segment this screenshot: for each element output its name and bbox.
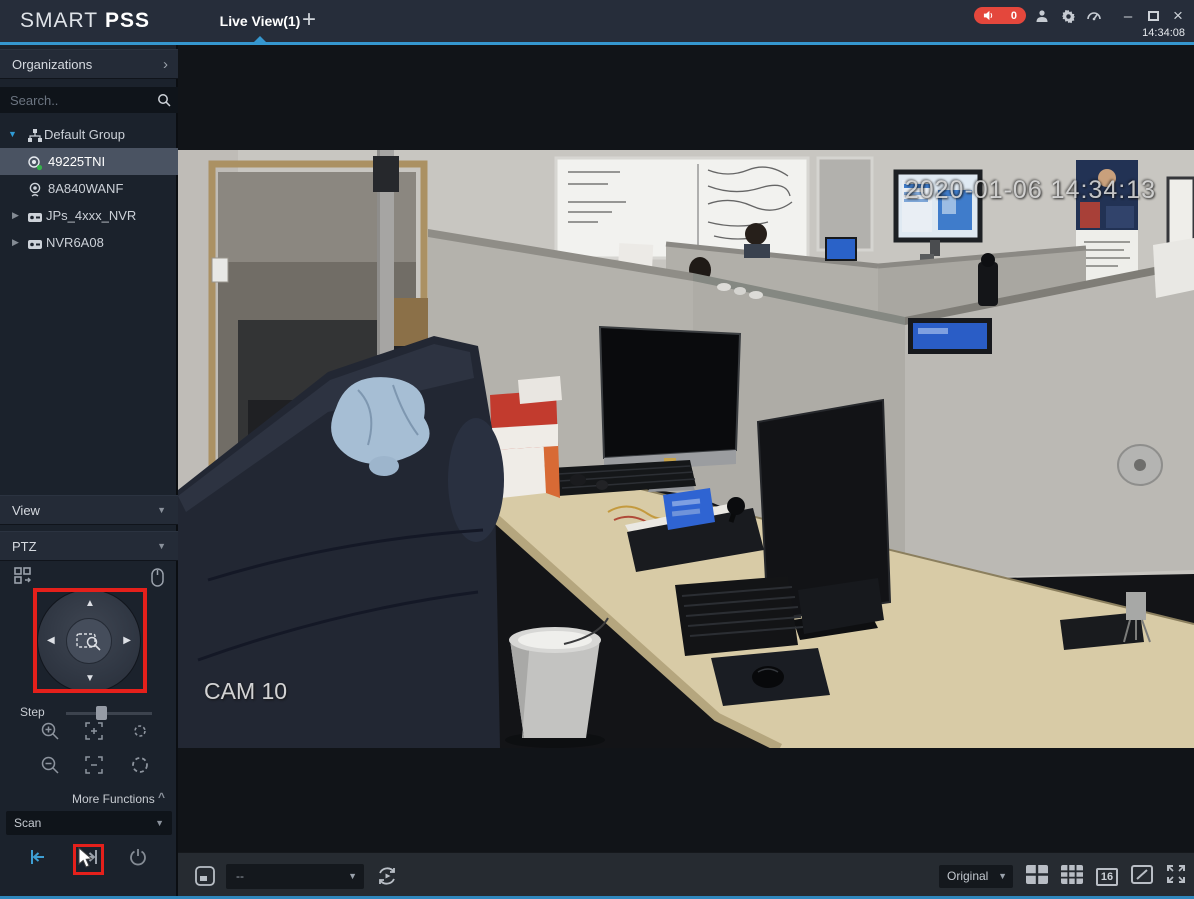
dashboard-gauge-icon[interactable] [1084,6,1104,26]
expand-closed-icon[interactable]: ▶ [12,202,19,229]
video-pane[interactable]: 2020-01-06 14:34:13 CAM 10 [178,45,1194,852]
chevron-down-icon: ▼ [157,505,166,515]
tab-active-caret-icon [254,36,266,42]
system-clock: 14:34:08 [1142,27,1185,39]
iris-open-button[interactable] [130,755,150,775]
zoom-out-button[interactable] [40,755,60,775]
distant-monitor [825,237,857,261]
device-sidebar: Organizations › ▼ Default Group 49225TNI [0,45,178,899]
microphone [570,474,586,486]
keyboard [675,576,804,656]
scan-set-left-button[interactable] [28,848,48,868]
expand-closed-icon[interactable]: ▶ [12,229,19,256]
organizations-header[interactable]: Organizations › [0,49,178,79]
maximize-button[interactable] [1143,6,1163,26]
focus-far-button[interactable] [84,755,104,775]
alarm-count: 0 [1010,9,1017,22]
minimize-button[interactable]: – [1118,6,1138,26]
camera-name-overlay: CAM 10 [204,678,288,704]
title-bar: SMART PSS Live View(1) + 0 – × 14:34:08 [0,0,1194,45]
ptz-down-button[interactable]: ▼ [85,673,95,684]
tree-item-nvr6a08[interactable]: ▶ NVR6A08 [0,229,178,256]
light-switch [211,257,229,283]
smartpss-window: SMART PSS Live View(1) + 0 – × 14:34:08 … [0,0,1194,899]
more-functions-label[interactable]: More Functions [72,792,155,806]
tour-refresh-icon[interactable] [376,865,398,887]
app-logo: SMART PSS [20,9,150,32]
speaker-icon [983,10,993,21]
user-icon[interactable] [1032,6,1052,26]
close-button[interactable]: × [1168,6,1188,26]
search-input[interactable] [0,87,150,113]
mouse-control-icon[interactable] [151,568,165,588]
iris-close-button[interactable] [130,721,150,741]
person-head [745,223,767,245]
scan-start-stop-power-button[interactable] [128,847,148,867]
cubicle-monitor [908,318,992,354]
chevron-down-icon: ▼ [998,871,1007,881]
ptz-right-button[interactable]: ▶ [123,635,131,646]
ptz-joystick-pad[interactable]: ▲ ▼ ◀ ▶ [37,589,141,693]
area-zoom-icon [76,633,101,651]
stream-type-dropdown[interactable]: -- ▼ [226,864,364,889]
search-icon[interactable] [157,93,171,112]
nvr-device-icon [27,234,43,261]
ptz-left-button[interactable]: ◀ [47,635,55,646]
chevron-down-icon: ▼ [155,818,164,828]
focus-near-button[interactable] [84,721,104,741]
interior-window [816,156,874,252]
grid-9-split-button[interactable] [1061,864,1083,889]
fullscreen-button[interactable] [1166,864,1186,889]
chevron-down-icon: ▼ [157,541,166,551]
step-label: Step [20,705,45,719]
zoom-in-button[interactable] [40,721,60,741]
liveview-toolbar: -- ▼ Original ▼ 16 [178,852,1194,899]
grid-4-split-button[interactable] [1026,864,1048,889]
ptz-area-zoom-button[interactable] [66,618,112,664]
tree-item-49225tni[interactable]: 49225TNI [0,148,178,175]
chevron-down-icon: ▼ [348,871,357,881]
ptz-panel-header[interactable]: PTZ ▼ [0,531,178,561]
scan-dropdown[interactable]: Scan ▼ [6,811,172,835]
alarm-badge[interactable]: 0 [974,7,1026,24]
scale-dropdown[interactable]: Original ▼ [939,865,1013,888]
virtual-joystick-toggle-icon[interactable] [13,566,33,586]
add-tab-button[interactable]: + [296,0,322,42]
mouse-cursor [78,847,93,868]
step-slider-handle[interactable] [96,706,107,720]
save-view-icon[interactable] [194,865,216,887]
maximize-icon [1147,11,1159,21]
expand-open-icon[interactable]: ▼ [8,121,17,148]
custom-split-button[interactable] [1131,864,1153,889]
leaning-paper [1153,238,1194,298]
live-video-feed[interactable] [178,150,1194,748]
video-timestamp: 2020-01-06 14:34:13 [904,176,1156,204]
settings-gear-icon[interactable] [1058,6,1078,26]
step-slider[interactable] [66,712,152,715]
tree-item-default-group[interactable]: ▼ Default Group [0,121,178,148]
ptz-up-button[interactable]: ▲ [85,598,95,609]
chevron-up-icon[interactable]: ^ [158,790,165,804]
tree-item-8a840wanf[interactable]: 8A840WANF [0,175,178,202]
grid-16-split-button[interactable]: 16 [1096,867,1118,886]
chevron-right-icon: › [163,56,168,73]
tree-item-jps-4xxx-nvr[interactable]: ▶ JPs_4xxx_NVR [0,202,178,229]
view-panel-header[interactable]: View ▼ [0,495,178,525]
device-search [0,87,178,113]
metal-fan [1117,444,1163,486]
